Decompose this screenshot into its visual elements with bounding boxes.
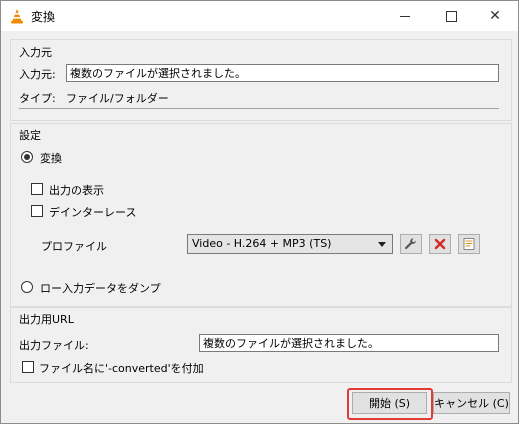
source-separator	[19, 108, 499, 109]
settings-group: 設定 変換 出力の表示 デインターレース プロファイル Video - H.26…	[10, 123, 512, 307]
deinterlace-checkbox[interactable]	[31, 205, 43, 217]
destination-group: 出力用URL 出力ファイル: 複数のファイルが選択されました。 ファイル名に'-…	[10, 307, 512, 383]
type-value: ファイル/フォルダー	[66, 92, 169, 105]
source-label: 入力元:	[19, 68, 56, 81]
append-converted-label: ファイル名に'-converted'を付加	[39, 362, 204, 375]
new-profile-icon	[463, 238, 475, 250]
delete-profile-button[interactable]	[429, 234, 451, 254]
settings-group-title: 設定	[19, 129, 41, 142]
vlc-cone-icon	[11, 9, 23, 24]
wrench-icon	[404, 238, 416, 250]
show-output-checkbox[interactable]	[31, 183, 43, 195]
maximize-icon	[445, 10, 457, 22]
dump-raw-radio[interactable]	[21, 281, 33, 293]
profile-selected-value: Video - H.264 + MP3 (TS)	[192, 237, 332, 250]
convert-radio[interactable]	[21, 151, 33, 163]
cancel-button[interactable]: キャンセル (C)	[433, 392, 510, 414]
profile-label: プロファイル	[41, 240, 107, 253]
new-profile-button[interactable]	[458, 234, 480, 254]
output-file-input[interactable]: 複数のファイルが選択されました。	[199, 334, 499, 352]
source-input[interactable]: 複数のファイルが選択されました。	[66, 64, 499, 82]
start-button[interactable]: 開始 (S)	[352, 392, 427, 414]
show-output-label: 出力の表示	[49, 184, 104, 197]
title-bar: 変換 ✕	[1, 1, 518, 31]
window-title: 変換	[31, 10, 56, 24]
destination-group-title: 出力用URL	[19, 313, 74, 326]
edit-profile-button[interactable]	[400, 234, 422, 254]
close-button[interactable]: ✕	[472, 1, 518, 31]
append-converted-checkbox[interactable]	[22, 361, 34, 373]
minimize-button[interactable]	[382, 1, 428, 31]
source-group-title: 入力元	[19, 46, 52, 59]
delete-icon	[434, 238, 446, 250]
convert-label: 変換	[40, 152, 62, 165]
close-icon: ✕	[489, 8, 501, 24]
deinterlace-label: デインターレース	[49, 206, 137, 219]
type-label: タイプ:	[19, 92, 56, 105]
output-file-label: 出力ファイル:	[19, 339, 89, 352]
chevron-down-icon	[378, 242, 386, 247]
convert-dialog: 変換 ✕ 入力元 入力元: 複数のファイルが選択されました。 タイプ: ファイル…	[0, 0, 519, 424]
maximize-button[interactable]	[428, 1, 474, 31]
profile-select[interactable]: Video - H.264 + MP3 (TS)	[187, 234, 393, 254]
dump-raw-label: ロー入力データをダンプ	[40, 282, 161, 295]
minimize-icon	[400, 15, 410, 17]
radio-selected-dot	[24, 154, 30, 160]
source-group: 入力元 入力元: 複数のファイルが選択されました。 タイプ: ファイル/フォルダ…	[10, 39, 512, 121]
